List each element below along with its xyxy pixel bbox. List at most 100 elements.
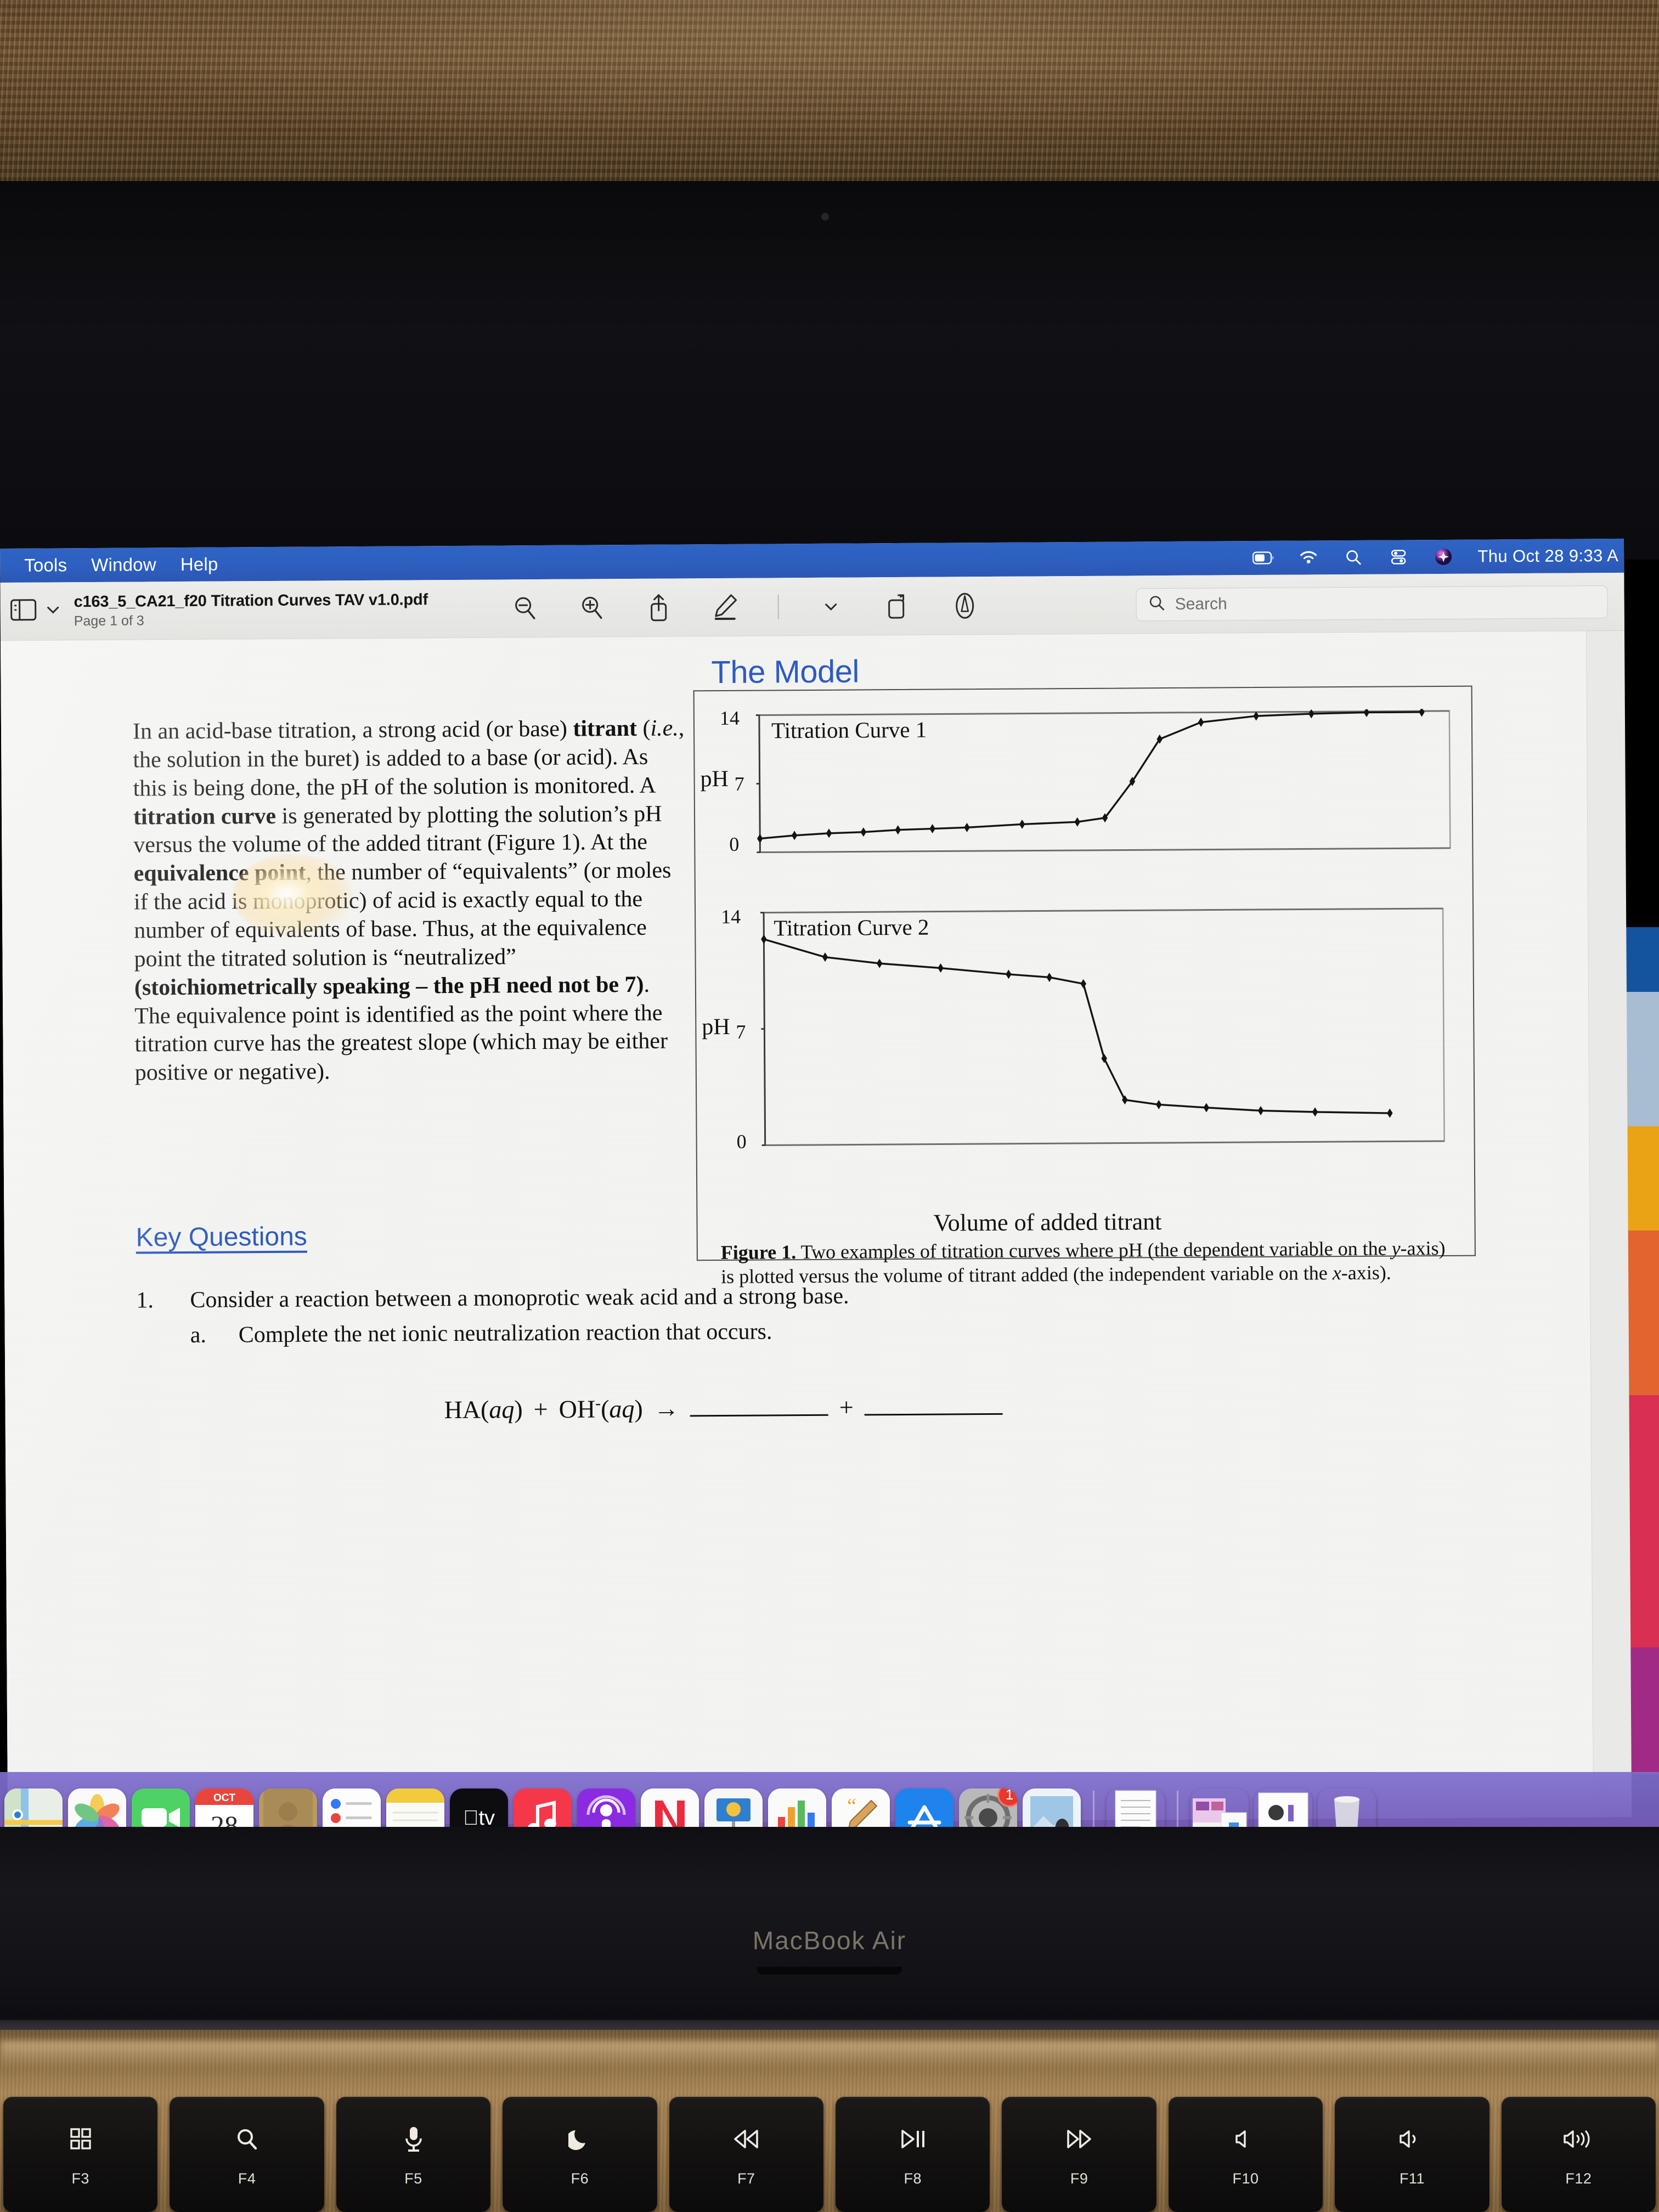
chart-titration-curve-2 [760, 906, 1447, 1148]
mission-control-icon [68, 2122, 93, 2156]
laptop-lid-bezel [0, 181, 1659, 560]
keyboard-deck: F3 F4 F5 F6 F7 F8 F9 F10 F11 F12 [0, 2030, 1659, 2212]
fkey-label: F5 [404, 2170, 422, 2187]
key-questions-heading: Key Questions [136, 1222, 308, 1252]
menubar-clock[interactable]: Thu Oct 28 9:33 A [1477, 546, 1618, 567]
chart-xaxis-title: Volume of added titrant [933, 1208, 1162, 1237]
menu-item-tools[interactable]: Tools [24, 555, 67, 575]
equation-arrow: → [653, 1394, 679, 1423]
fkey-f12[interactable]: F12 [1501, 2097, 1656, 2212]
chart2-ytick-7: 7 [736, 1020, 746, 1043]
chart1-ytick-7: 7 [734, 772, 744, 795]
laptop-screen: Tools Window Help Thu Oct 28 9:33 A c163… [0, 538, 1632, 1827]
fkey-label: F4 [238, 2170, 256, 2187]
model-paragraph: In an acid-base titration, a strong acid… [132, 715, 685, 1086]
fkey-f5[interactable]: F5 [336, 2097, 491, 2212]
wallpaper-strip-orange [1626, 1231, 1659, 1395]
chart2-ytick-0: 0 [736, 1130, 747, 1153]
wallpaper-strip-lightblue [1626, 992, 1659, 1126]
fkey-f7[interactable]: F7 [669, 2097, 824, 2212]
page-indicator: Page 1 of 3 [74, 613, 144, 629]
fkey-label: F9 [1070, 2170, 1088, 2187]
chart1-ytick-14: 14 [719, 707, 740, 729]
equation-reactant-1: HA(aq) [444, 1395, 523, 1424]
figure-caption-label: Figure 1. [720, 1241, 797, 1263]
rotate-icon[interactable] [883, 591, 913, 620]
chart-titration-curve-1 [755, 708, 1453, 855]
fkey-f8[interactable]: F8 [836, 2097, 990, 2212]
chevron-down-icon [47, 605, 60, 617]
zoom-in-icon[interactable] [577, 593, 607, 623]
sidebar-toggle-button[interactable] [10, 597, 60, 625]
volume-up-icon [1564, 2122, 1593, 2156]
menu-item-window[interactable]: Window [91, 554, 156, 575]
search-input[interactable]: Search [1136, 585, 1608, 621]
pdf-page[interactable]: The Model In an acid-base titration, a s… [1, 631, 1594, 1827]
dictation-icon [403, 2122, 424, 2156]
fkey-label: F8 [904, 2170, 922, 2187]
control-center-icon[interactable] [1387, 549, 1409, 565]
fkey-label: F11 [1399, 2170, 1425, 2187]
fkey-label: F3 [71, 2170, 89, 2187]
wallpaper-strip-red [1626, 1395, 1659, 1647]
zoom-out-icon[interactable] [510, 593, 540, 623]
equation-plus-2: + [839, 1393, 854, 1422]
hinge-notch [757, 1967, 902, 1974]
svg-text:OCT: OCT [213, 1792, 236, 1804]
svg-text:“: “ [847, 1795, 856, 1818]
fkey-f10[interactable]: F10 [1168, 2097, 1323, 2212]
fkey-f9[interactable]: F9 [1002, 2097, 1156, 2212]
figure-1-box: 14 7 0 pH Titration Curve 1 14 7 0 pH Ti… [693, 685, 1476, 1288]
fkey-label: F7 [737, 2170, 755, 2187]
desk-background [0, 0, 1659, 181]
wifi-icon[interactable] [1297, 549, 1319, 566]
question-1a-text: Complete the net ionic neutralization re… [238, 1319, 772, 1348]
menu-item-help[interactable]: Help [180, 554, 218, 575]
webcam-icon [821, 213, 829, 221]
search-placeholder: Search [1175, 594, 1227, 613]
equation-reactant-2: OH-(aq) [558, 1394, 643, 1424]
function-key-row: F3 F4 F5 F6 F7 F8 F9 F10 F11 F12 [0, 2097, 1659, 2212]
siri-icon[interactable] [1432, 548, 1454, 565]
chart1-ylabel: pH [700, 766, 729, 792]
equation-blank-2[interactable] [864, 1393, 1003, 1416]
fkey-f11[interactable]: F11 [1335, 2097, 1489, 2212]
volume-down-icon [1399, 2122, 1425, 2156]
annotate-icon[interactable] [950, 591, 980, 620]
search-icon [1149, 595, 1165, 614]
equation-plus-1: + [533, 1395, 548, 1424]
share-icon[interactable] [644, 592, 674, 622]
mute-icon [1234, 2122, 1258, 2156]
spotlight-search-icon[interactable] [1342, 549, 1364, 566]
question-1-number: 1. [136, 1288, 154, 1313]
laptop-base: MacBook Air [0, 1827, 1659, 2046]
chart2-ytick-14: 14 [721, 905, 741, 928]
menubar-status-area: Thu Oct 28 9:33 A [1252, 546, 1624, 568]
fkey-f6[interactable]: F6 [503, 2097, 657, 2212]
chevron-down-icon[interactable] [816, 591, 846, 621]
fkey-label: F10 [1232, 2170, 1259, 2187]
play-pause-icon [899, 2122, 927, 2156]
battery-icon[interactable] [1252, 550, 1274, 566]
page-title: The Model [711, 653, 860, 691]
document-title: c163_5_CA21_f20 Titration Curves TAV v1.… [74, 591, 428, 611]
preview-toolbar: c163_5_CA21_f20 Titration Curves TAV v1.… [0, 572, 1624, 641]
spotlight-icon [235, 2122, 259, 2156]
markup-pen-icon[interactable] [711, 592, 741, 622]
svg-text:tv: tv [463, 1807, 495, 1830]
wallpaper-strip-blue [1626, 927, 1659, 992]
fkey-label: F12 [1565, 2170, 1592, 2187]
wallpaper-strip-yellow [1626, 1126, 1659, 1231]
neutralization-equation: HA(aq) + OH-(aq) → + [444, 1392, 1003, 1425]
toolbar-buttons [510, 591, 980, 623]
document-info: c163_5_CA21_f20 Titration Curves TAV v1.… [74, 591, 428, 629]
equation-blank-1[interactable] [690, 1394, 828, 1417]
macbook-air-label: MacBook Air [752, 1926, 907, 1955]
fast-forward-icon [1065, 2122, 1093, 2156]
question-1a: a. Complete the net ionic neutralization… [190, 1318, 772, 1348]
fkey-f4[interactable]: F4 [170, 2097, 324, 2212]
figure-caption: Figure 1. Two examples of titration curv… [720, 1237, 1446, 1288]
chart2-ylabel: pH [702, 1014, 730, 1040]
fkey-f3[interactable]: F3 [3, 2097, 158, 2212]
chart1-ytick-0: 0 [729, 833, 740, 855]
